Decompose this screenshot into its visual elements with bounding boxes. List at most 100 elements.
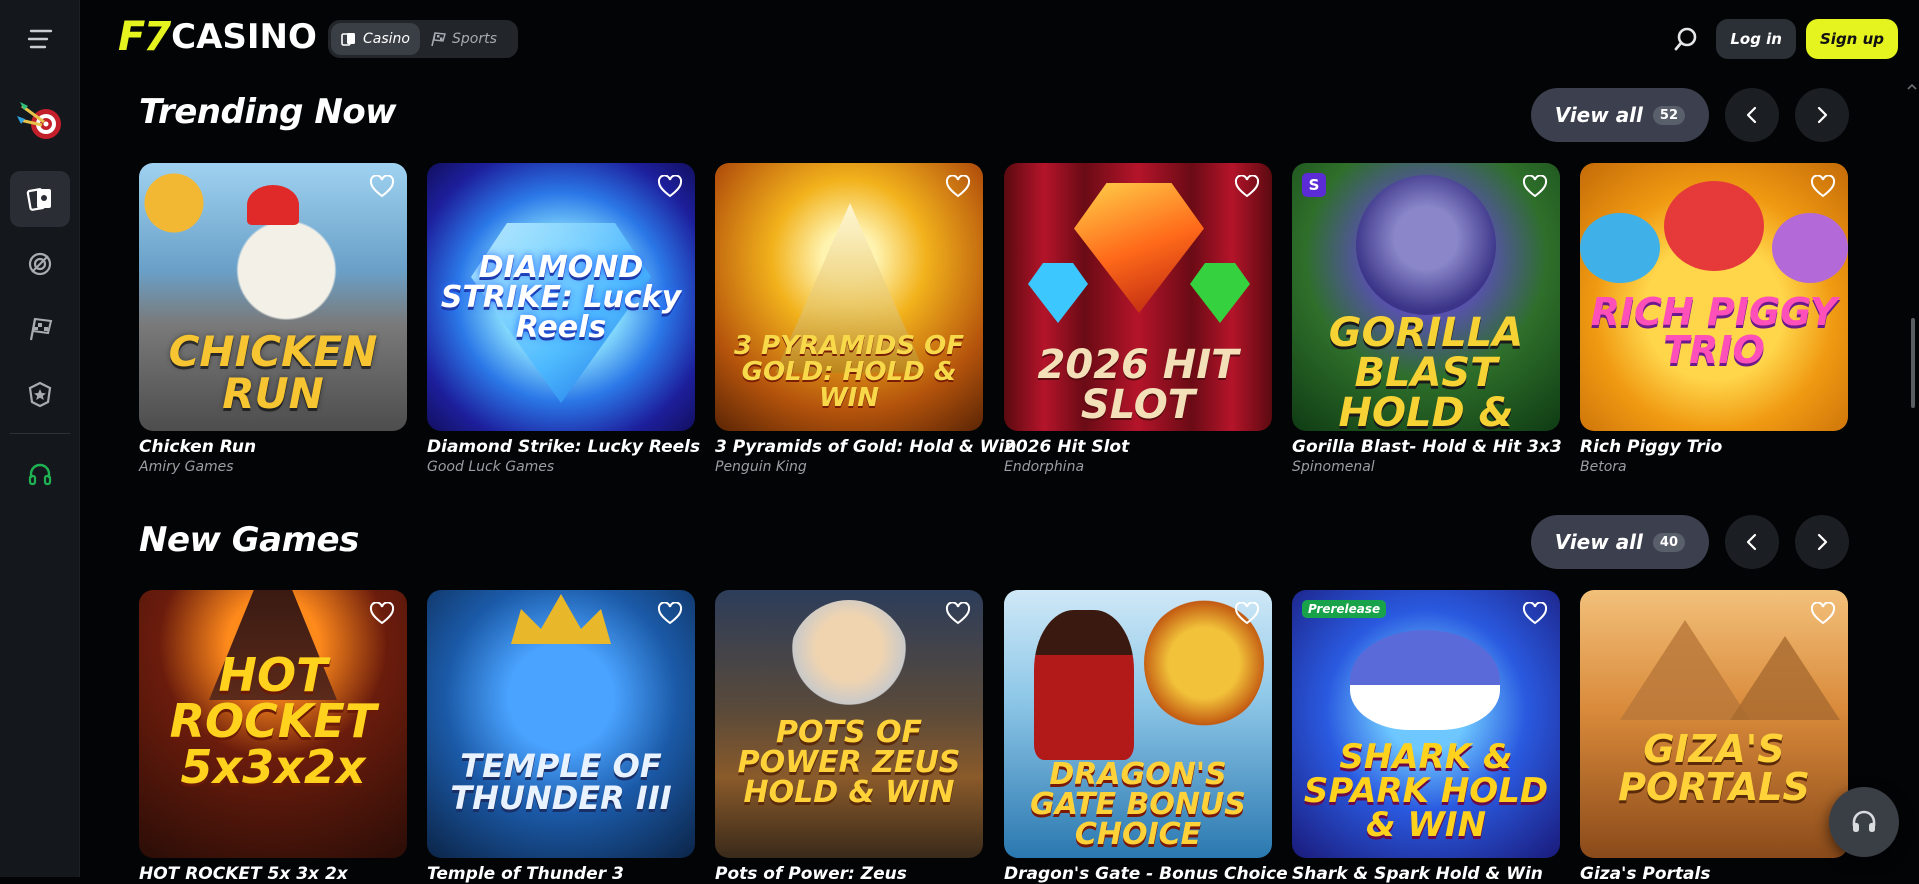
scroll-up-arrow-icon[interactable]	[1905, 80, 1919, 94]
game-card[interactable]: TEMPLE OF THUNDER III Temple of Thunder …	[427, 590, 695, 884]
game-name[interactable]: Pots of Power: Zeus	[715, 864, 983, 884]
favorite-heart-icon[interactable]	[1810, 175, 1836, 199]
game-name[interactable]: Gorilla Blast- Hold & Hit 3x3	[1292, 437, 1562, 457]
sidebar	[0, 0, 80, 877]
favorite-heart-icon[interactable]	[657, 602, 683, 626]
game-card[interactable]: RICH PIGGY TRIO Rich Piggy Trio Betora	[1580, 163, 1848, 475]
game-name[interactable]: Shark & Spark Hold & Win	[1292, 864, 1560, 884]
sidebar-item-promotions[interactable]	[10, 366, 70, 422]
game-art-title: DRAGON'S GATE BONUS CHOICE	[1030, 757, 1246, 852]
sidebar-item-darts[interactable]	[10, 92, 70, 148]
game-card[interactable]: GIZA'S PORTALS Giza's Portals	[1580, 590, 1848, 884]
live-casino-icon	[28, 252, 52, 276]
tab-sports[interactable]: Sports	[420, 23, 507, 55]
game-thumbnail[interactable]: HOT ROCKET 5x3x2x	[139, 590, 407, 858]
game-name[interactable]: Rich Piggy Trio	[1580, 437, 1848, 457]
game-thumbnail[interactable]: DIAMOND STRIKE: Lucky Reels	[427, 163, 695, 431]
menu-button[interactable]	[0, 0, 79, 78]
game-thumbnail[interactable]: S GORILLA BLAST HOLD & HIT 3x3	[1292, 163, 1560, 431]
chevron-right-icon	[1817, 533, 1828, 551]
header-actions: Log in Sign up	[1666, 19, 1898, 59]
favorite-heart-icon[interactable]	[1810, 602, 1836, 626]
sidebar-item-live-casino[interactable]	[10, 236, 70, 292]
section-title-new-games: New Games	[139, 520, 359, 560]
favorite-heart-icon[interactable]	[1522, 175, 1548, 199]
promotions-icon	[28, 381, 52, 408]
game-thumbnail[interactable]: GIZA'S PORTALS	[1580, 590, 1848, 858]
favorite-heart-icon[interactable]	[369, 602, 395, 626]
chevron-left-icon	[1746, 533, 1757, 551]
favorite-heart-icon[interactable]	[945, 175, 971, 199]
game-name[interactable]: HOT ROCKET 5x 3x 2x	[139, 864, 407, 884]
game-thumbnail[interactable]: 3 PYRAMIDS OF GOLD: HOLD & WIN	[715, 163, 983, 431]
top-header: F7 CASINO Casino Sports Log in Sign up	[80, 0, 1919, 78]
game-thumbnail[interactable]: DRAGON'S GATE BONUS CHOICE	[1004, 590, 1272, 858]
game-provider: Penguin King	[715, 459, 807, 475]
game-thumbnail[interactable]: CHICKEN RUN	[139, 163, 407, 431]
game-name[interactable]: Chicken Run	[139, 437, 407, 457]
prev-button[interactable]	[1725, 88, 1779, 142]
support-headset-icon	[28, 463, 52, 486]
sidebar-item-casino[interactable]	[10, 171, 70, 227]
game-name[interactable]: 2026 Hit Slot	[1004, 437, 1272, 457]
game-card[interactable]: DIAMOND STRIKE: Lucky Reels Diamond Stri…	[427, 163, 700, 475]
game-thumbnail[interactable]: RICH PIGGY TRIO	[1580, 163, 1848, 431]
scrollbar-thumb[interactable]	[1911, 318, 1915, 408]
game-name[interactable]: Temple of Thunder 3	[427, 864, 695, 884]
game-art-title: POTS OF POWER ZEUS HOLD & WIN	[737, 715, 961, 810]
next-button[interactable]	[1795, 515, 1849, 569]
view-all-button[interactable]: View all 40	[1530, 515, 1709, 569]
section-title-trending: Trending Now	[139, 92, 397, 132]
live-support-button[interactable]	[1829, 787, 1899, 857]
game-art-title: SHARK & SPARK HOLD & WIN	[1303, 737, 1549, 845]
game-card[interactable]: DRAGON'S GATE BONUS CHOICE Dragon's Gate…	[1004, 590, 1288, 884]
game-thumbnail[interactable]: POTS OF POWER ZEUS HOLD & WIN	[715, 590, 983, 858]
game-art-title: GIZA'S PORTALS	[1618, 727, 1810, 809]
game-art-title: 2026 HIT SLOT	[1037, 342, 1239, 428]
favorite-heart-icon[interactable]	[1234, 602, 1260, 626]
product-switcher: Casino Sports	[328, 20, 518, 58]
tab-casino[interactable]: Casino	[331, 23, 420, 55]
favorite-heart-icon[interactable]	[657, 175, 683, 199]
provider-badge: S	[1302, 173, 1326, 197]
game-card[interactable]: CHICKEN RUN Chicken Run Amiry Games	[139, 163, 407, 475]
favorite-heart-icon[interactable]	[369, 175, 395, 199]
page-scrollbar[interactable]	[1905, 78, 1919, 877]
search-button[interactable]	[1666, 19, 1706, 59]
tab-casino-label: Casino	[363, 31, 410, 47]
casino-cards-icon	[26, 188, 51, 211]
sidebar-item-sports[interactable]	[10, 301, 70, 357]
games-count-badge: 40	[1652, 532, 1685, 552]
favorite-heart-icon[interactable]	[1234, 175, 1260, 199]
game-card[interactable]: Prerelease SHARK & SPARK HOLD & WIN Shar…	[1292, 590, 1560, 884]
game-thumbnail[interactable]: Prerelease SHARK & SPARK HOLD & WIN	[1292, 590, 1560, 858]
game-card[interactable]: POTS OF POWER ZEUS HOLD & WIN Pots of Po…	[715, 590, 983, 884]
prerelease-badge: Prerelease	[1302, 600, 1387, 618]
view-all-label: View all	[1554, 103, 1643, 127]
logo-mark: F7	[118, 14, 171, 60]
game-name[interactable]: Giza's Portals	[1580, 864, 1848, 884]
game-thumbnail[interactable]: 2026 HIT SLOT	[1004, 163, 1272, 431]
game-provider: Betora	[1580, 459, 1627, 475]
chevron-right-icon	[1817, 106, 1828, 124]
game-card[interactable]: 3 PYRAMIDS OF GOLD: HOLD & WIN 3 Pyramid…	[715, 163, 1016, 475]
game-name[interactable]: Diamond Strike: Lucky Reels	[427, 437, 700, 457]
next-button[interactable]	[1795, 88, 1849, 142]
favorite-heart-icon[interactable]	[1522, 602, 1548, 626]
signup-button[interactable]: Sign up	[1806, 19, 1898, 59]
sidebar-item-support[interactable]	[10, 447, 70, 503]
site-logo[interactable]: F7 CASINO	[118, 14, 317, 60]
view-all-button[interactable]: View all 52	[1530, 88, 1709, 142]
prev-button[interactable]	[1725, 515, 1779, 569]
section-controls-trending: View all 52	[1530, 88, 1849, 142]
game-name[interactable]: Dragon's Gate - Bonus Choice	[1004, 864, 1288, 884]
favorite-heart-icon[interactable]	[945, 602, 971, 626]
game-card[interactable]: HOT ROCKET 5x3x2x HOT ROCKET 5x 3x 2x	[139, 590, 407, 884]
login-button[interactable]: Log in	[1716, 19, 1796, 59]
game-card[interactable]: 2026 HIT SLOT 2026 Hit Slot Endorphina	[1004, 163, 1272, 475]
game-provider: Endorphina	[1004, 459, 1085, 475]
game-thumbnail[interactable]: TEMPLE OF THUNDER III	[427, 590, 695, 858]
game-card[interactable]: S GORILLA BLAST HOLD & HIT 3x3 Gorilla B…	[1292, 163, 1562, 475]
games-count-badge: 52	[1652, 105, 1685, 125]
game-name[interactable]: 3 Pyramids of Gold: Hold & Win	[715, 437, 1016, 457]
